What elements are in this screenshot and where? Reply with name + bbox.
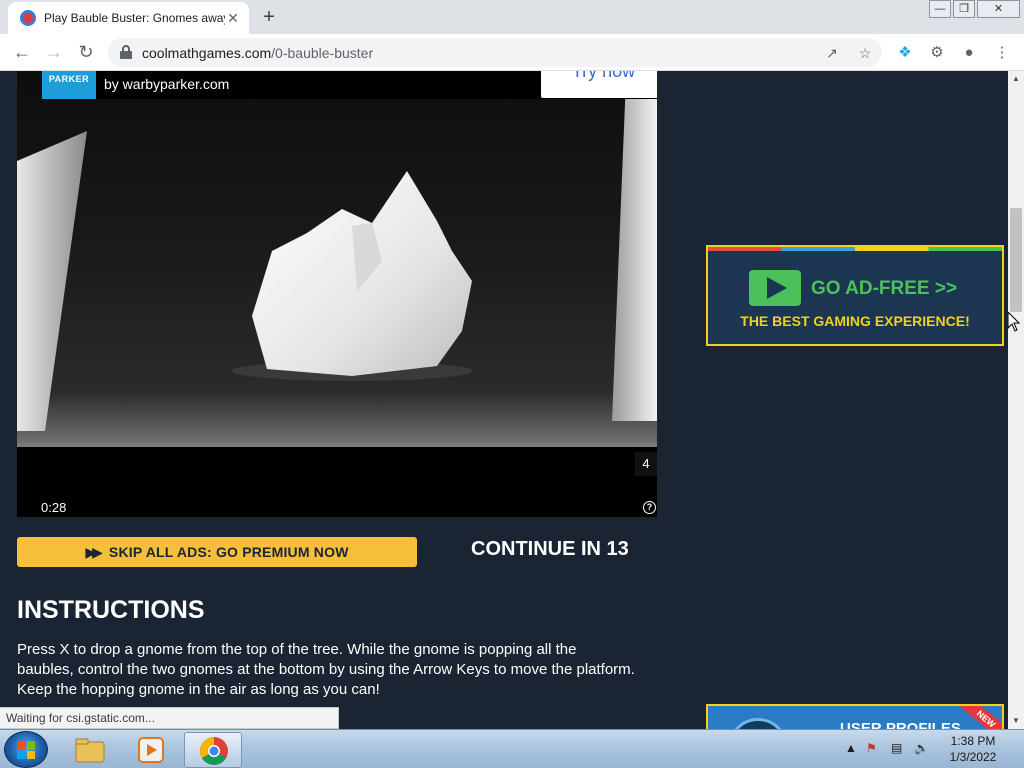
reload-icon[interactable]: ↻ <box>74 40 98 64</box>
fast-forward-icon: ▶▶ <box>85 543 102 560</box>
clock-time: 1:38 PM <box>950 734 996 748</box>
status-bar: Waiting for csi.gstatic.com... <box>0 707 339 729</box>
ad-logo[interactable]: PARKER <box>42 71 96 99</box>
scroll-up-icon[interactable]: ▲ <box>1008 71 1024 87</box>
puzzle-icon[interactable]: ⚙ <box>928 44 946 62</box>
new-tab-button[interactable]: + <box>258 6 280 28</box>
crystal-image <box>232 171 472 381</box>
restore-button[interactable]: ❐ <box>953 0 975 18</box>
promo-subtitle: THE BEST GAMING EXPERIENCE! <box>740 313 970 329</box>
tray-expand-icon[interactable]: ▲ <box>845 741 857 768</box>
start-button[interactable] <box>4 731 48 768</box>
skip-ads-label: SKIP ALL ADS: GO PREMIUM NOW <box>108 544 349 560</box>
instructions-title: INSTRUCTIONS <box>17 596 205 624</box>
menu-dots-icon[interactable]: ⋮ <box>993 44 1011 62</box>
skip-ads-button[interactable]: ▶▶ SKIP ALL ADS: GO PREMIUM NOW <box>17 537 417 567</box>
ad-sponsor[interactable]: by warbyparker.com <box>104 76 229 92</box>
tab-title: Play Bauble Buster: Gnomes away <box>44 11 225 25</box>
address-bar[interactable]: coolmathgames.com/0-bauble-buster ↗ ☆ <box>108 38 882 67</box>
clock-date: 1/3/2022 <box>949 750 997 764</box>
url-text[interactable]: coolmathgames.com/0-bauble-buster <box>142 45 373 61</box>
volume-icon[interactable]: 🔈 <box>914 741 930 768</box>
video-background-right <box>612 91 657 421</box>
share-icon[interactable]: ↗ <box>824 45 840 61</box>
video-background-left <box>17 131 87 431</box>
media-player-icon[interactable] <box>122 732 180 768</box>
bookmark-star-icon[interactable]: ☆ <box>857 45 873 61</box>
file-explorer-icon[interactable] <box>60 732 118 768</box>
new-badge: NEW <box>956 706 1002 729</box>
browser-tab[interactable]: Play Bauble Buster: Gnomes away ✕ <box>8 2 249 34</box>
continue-countdown: CONTINUE IN 13 <box>471 538 629 560</box>
scroll-thumb[interactable] <box>1010 208 1022 312</box>
url-domain: coolmathgames.com <box>142 45 272 61</box>
ad-try-now-button[interactable]: Try now <box>541 71 657 98</box>
lock-icon[interactable] <box>120 45 132 59</box>
help-icon[interactable]: ? <box>643 501 656 514</box>
chrome-taskbar-icon[interactable] <box>184 732 242 768</box>
network-icon[interactable]: ▤ <box>891 741 907 768</box>
tab-close-icon[interactable]: ✕ <box>225 10 241 26</box>
minimize-button[interactable]: — <box>929 0 951 18</box>
promo-stripe <box>708 247 1002 251</box>
avatar-icon <box>728 718 788 729</box>
scroll-down-icon[interactable]: ▼ <box>1008 713 1024 729</box>
extension-icon[interactable]: ❖ <box>896 44 914 62</box>
video-time: 0:28 <box>41 500 67 515</box>
url-path: /0-bauble-buster <box>271 45 374 61</box>
windows-logo-icon <box>17 741 35 759</box>
browser-titlebar: Play Bauble Buster: Gnomes away ✕ + — ❐ … <box>0 0 1024 34</box>
page-content: PARKER by warbyparker.com Try now 4 0:28… <box>0 71 1008 729</box>
ad-count: 4 <box>635 452 657 476</box>
back-arrow-icon[interactable]: ← <box>10 40 34 64</box>
go-ad-free-banner[interactable]: GO AD-FREE >> THE BEST GAMING EXPERIENCE… <box>706 245 1004 346</box>
coolmath-favicon-icon <box>20 10 36 26</box>
instructions-text: Press X to drop a gnome from the top of … <box>17 641 635 698</box>
system-clock[interactable]: 1:38 PM 1/3/2022 <box>938 733 1008 765</box>
play-icon <box>749 270 801 306</box>
video-controls: 4 0:28 ? <box>17 447 657 517</box>
promo-title: GO AD-FREE >> <box>811 278 958 299</box>
user-profiles-banner[interactable]: USER PROFILES NEW <box>706 704 1004 729</box>
browser-toolbar: ← → ↻ coolmathgames.com/0-bauble-buster … <box>0 34 1024 71</box>
windows-taskbar: ▲ ⚑ ▤ 🔈 1:38 PM 1/3/2022 <box>0 729 1024 768</box>
ad-banner: PARKER by warbyparker.com Try now <box>42 71 657 99</box>
mouse-cursor-icon <box>1008 312 1020 332</box>
close-window-button[interactable]: ✕ <box>977 0 1020 18</box>
profile-icon[interactable]: ● <box>960 44 978 62</box>
page-scrollbar[interactable]: ▲ ▼ <box>1008 71 1024 729</box>
action-center-icon[interactable]: ⚑ <box>866 741 882 768</box>
user-profiles-text: USER PROFILES <box>840 720 961 729</box>
forward-arrow-icon[interactable]: → <box>42 40 66 64</box>
